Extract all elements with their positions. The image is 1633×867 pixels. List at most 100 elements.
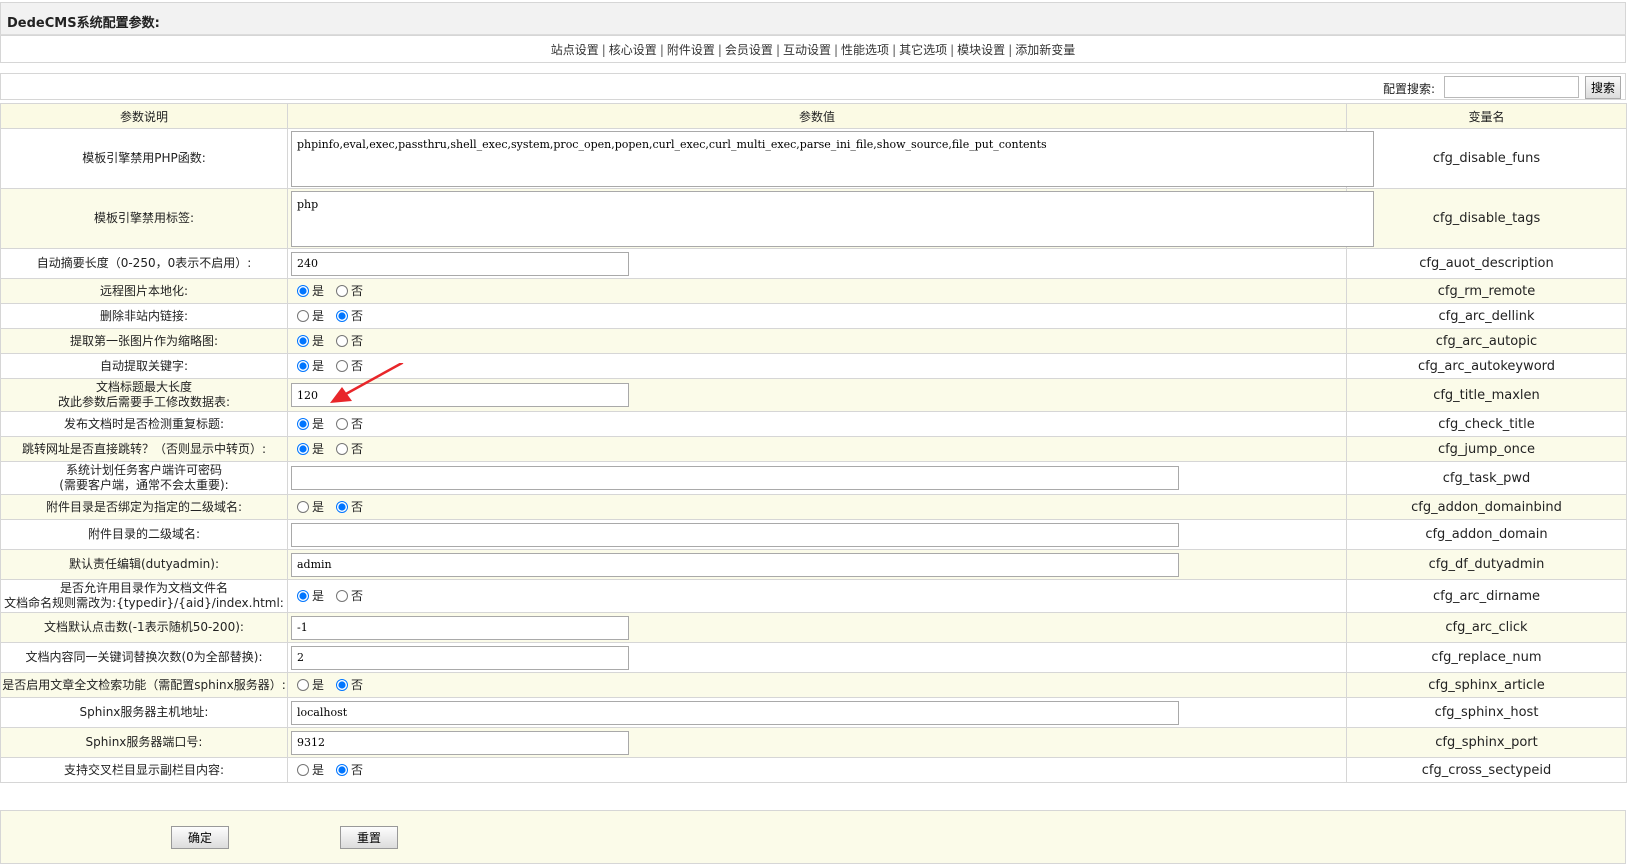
radio-option[interactable]: 是 (291, 440, 324, 457)
param-description-line: 文档命名规则需改为:{typedir}/{aid}/index.html: (4, 596, 284, 610)
param-description: 远程图片本地化: (0, 278, 288, 304)
param-description: Sphinx服务器端口号: (0, 727, 288, 758)
param-description-line: 默认责任编辑(dutyadmin): (68, 557, 220, 571)
param-description: 自动提取关键字: (0, 353, 288, 379)
param-description-line: 文档标题最大长度 (95, 380, 192, 394)
param-description: 默认责任编辑(dutyadmin): (0, 549, 288, 580)
cfg_rm_remote-radio-yes[interactable] (297, 284, 309, 297)
search-button[interactable]: 搜索 (1585, 76, 1621, 99)
variable-name: cfg_replace_num (1346, 642, 1627, 673)
param-description-line: 附件目录是否绑定为指定的二级域名: (45, 499, 243, 514)
radio-option[interactable]: 否 (330, 307, 363, 324)
cfg_cross_sectypeid-radio-yes[interactable] (297, 763, 309, 776)
radio-option[interactable]: 否 (330, 761, 363, 778)
nav-separator: | (950, 43, 955, 57)
table-row: Sphinx服务器主机地址: cfg_sphinx_host (0, 697, 1627, 728)
radio-option[interactable]: 是 (291, 415, 324, 432)
nav-link-0[interactable]: 站点设置 (551, 43, 599, 57)
cfg_rm_remote-radio-no[interactable] (336, 284, 349, 297)
nav-link-2[interactable]: 附件设置 (667, 43, 715, 57)
cfg_arc_click-input[interactable] (291, 615, 629, 640)
radio-option[interactable]: 是 (291, 332, 324, 349)
radio-option[interactable]: 是 (291, 587, 324, 604)
param-description: 自动摘要长度（0-250，0表示不启用）: (0, 248, 288, 279)
param-description: 系统计划任务客户端许可密码 (需要客户端，通常不会太重要): (0, 461, 288, 495)
cfg_arc_autokeyword-radio-yes[interactable] (297, 359, 309, 372)
cfg_check_title-radio-yes[interactable] (297, 417, 309, 430)
radio-label: 是 (312, 678, 325, 693)
cfg_arc_dellink-radio-no[interactable] (336, 309, 349, 322)
cfg_auot_description-input[interactable] (291, 251, 629, 276)
variable-name: cfg_disable_funs (1346, 128, 1627, 189)
cfg_df_dutyadmin-input[interactable] (291, 552, 1179, 577)
cfg_addon_domainbind-radio-yes[interactable] (297, 500, 309, 513)
nav-separator: | (601, 43, 606, 57)
param-value-cell: 是否 (287, 672, 1347, 698)
param-description-line: 删除非站内链接: (99, 308, 189, 323)
config-table: 参数说明 参数值 变量名 模板引擎禁用PHP函数: phpinfo,eval,exec,… (0, 103, 1627, 783)
nav-link-8[interactable]: 添加新变量 (1015, 43, 1075, 57)
cfg_arc_dellink-radio-yes[interactable] (297, 309, 309, 322)
cfg_addon_domainbind-radio-no[interactable] (336, 500, 349, 513)
variable-name: cfg_addon_domain (1346, 519, 1627, 550)
nav-link-5[interactable]: 性能选项 (841, 43, 889, 57)
radio-option[interactable]: 是 (291, 676, 324, 693)
radio-option[interactable]: 否 (330, 440, 363, 457)
param-description-line: 支持交叉栏目显示副栏目内容: (63, 762, 225, 777)
cfg_sphinx_host-input[interactable] (291, 700, 1179, 725)
cfg_arc_autopic-radio-yes[interactable] (297, 334, 309, 347)
table-row: 是否允许用目录作为文档文件名 文档命名规则需改为:{typedir}/{aid}/… (0, 579, 1627, 613)
radio-option[interactable]: 否 (330, 332, 363, 349)
radio-option[interactable]: 否 (330, 415, 363, 432)
radio-option[interactable]: 否 (330, 282, 363, 299)
column-header: 参数说明 (0, 103, 288, 129)
cfg_sphinx_article-radio-no[interactable] (336, 678, 349, 691)
radio-option[interactable]: 是 (291, 307, 324, 324)
cfg_replace_num-input[interactable] (291, 645, 629, 670)
param-description: 提取第一张图片作为缩略图: (0, 328, 288, 354)
radio-option[interactable]: 是 (291, 761, 324, 778)
cfg_arc_dirname-radio-no[interactable] (336, 589, 349, 602)
cfg_arc_dirname-radio-yes[interactable] (297, 589, 309, 602)
nav-link-7[interactable]: 模块设置 (957, 43, 1005, 57)
radio-label: 否 (351, 442, 364, 457)
radio-option[interactable]: 否 (330, 587, 363, 604)
radio-option[interactable]: 否 (330, 498, 363, 515)
reset-button[interactable]: 重置 (340, 826, 398, 849)
radio-option[interactable]: 否 (330, 676, 363, 693)
radio-option[interactable]: 是 (291, 357, 324, 374)
cfg_arc_autopic-radio-no[interactable] (336, 334, 349, 347)
radio-option[interactable]: 是 (291, 498, 324, 515)
cfg_jump_once-radio-no[interactable] (336, 442, 349, 455)
cfg_sphinx_port-input[interactable] (291, 730, 629, 755)
cfg_task_pwd-input[interactable] (291, 466, 1179, 490)
param-description: 文档标题最大长度 改此参数后需要手工修改数据表: (0, 378, 288, 412)
param-description: 跳转网址是否直接跳转？（否则显示中转页）: (0, 436, 288, 462)
radio-label: 是 (312, 589, 325, 604)
nav-link-4[interactable]: 互动设置 (783, 43, 831, 57)
cfg_disable_tags-textarea[interactable]: php (291, 190, 1374, 247)
param-value-cell: phpinfo,eval,exec,passthru,shell_exec,sy… (287, 128, 1374, 189)
variable-name: cfg_sphinx_article (1346, 672, 1627, 698)
cfg_check_title-radio-no[interactable] (336, 417, 349, 430)
variable-name: cfg_arc_autopic (1346, 328, 1627, 354)
cfg_disable_funs-textarea[interactable]: phpinfo,eval,exec,passthru,shell_exec,sy… (291, 130, 1374, 187)
param-value-cell (287, 248, 1347, 279)
param-description-line: (需要客户端，通常不会太重要): (59, 478, 229, 492)
cfg_sphinx_article-radio-yes[interactable] (297, 678, 309, 691)
param-description: 发布文档时是否检测重复标题: (0, 411, 288, 437)
nav-link-3[interactable]: 会员设置 (725, 43, 773, 57)
search-label: 配置搜索: (1383, 82, 1436, 96)
cfg_cross_sectypeid-radio-no[interactable] (336, 763, 349, 776)
nav-link-6[interactable]: 其它选项 (899, 43, 947, 57)
radio-option[interactable]: 是 (291, 282, 324, 299)
confirm-button[interactable]: 确定 (171, 826, 229, 849)
config-search-input[interactable] (1444, 76, 1579, 98)
annotation-arrow-icon (330, 363, 404, 403)
param-description-line: 跳转网址是否直接跳转？（否则显示中转页）: (21, 441, 267, 456)
nav-link-1[interactable]: 核心设置 (609, 43, 657, 57)
cfg_jump_once-radio-yes[interactable] (297, 442, 309, 455)
param-description-line: 提取第一张图片作为缩略图: (69, 333, 219, 348)
param-value-cell (287, 519, 1347, 550)
cfg_addon_domain-input[interactable] (291, 522, 1179, 547)
